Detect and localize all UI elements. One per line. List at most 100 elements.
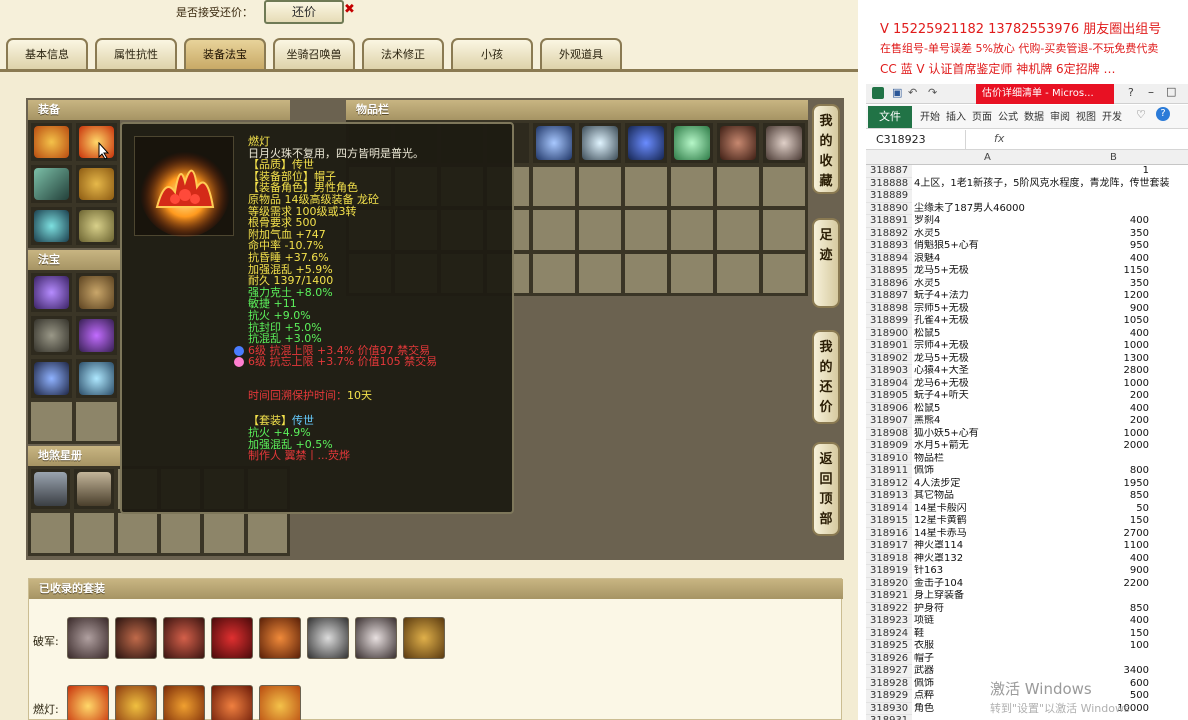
- set-item[interactable]: [67, 617, 109, 659]
- table-row[interactable]: 318902 龙马5+无极 1300: [866, 352, 1188, 365]
- row-number[interactable]: 318909: [866, 440, 912, 453]
- column-header-a[interactable]: A: [984, 150, 991, 165]
- row-number[interactable]: 318910: [866, 452, 912, 465]
- row-number[interactable]: 318893: [866, 240, 912, 253]
- cell-b[interactable]: 950: [1054, 240, 1149, 253]
- cell-b[interactable]: 1200: [1054, 290, 1149, 303]
- item-slot-empty[interactable]: [624, 165, 668, 207]
- table-row[interactable]: 318890 尘缘未了187男人46000: [866, 202, 1188, 215]
- row-number[interactable]: 318924: [866, 627, 912, 640]
- cell-a[interactable]: 水灵5: [914, 228, 1054, 241]
- magic-slot[interactable]: [30, 272, 73, 313]
- cell-a[interactable]: 神火罩114: [914, 540, 1054, 553]
- item-slot-empty[interactable]: [624, 252, 668, 294]
- row-number[interactable]: 318928: [866, 677, 912, 690]
- cell-a[interactable]: 武器: [914, 665, 1054, 678]
- tab-basic-info[interactable]: 基本信息: [6, 38, 88, 70]
- counter-offer-button[interactable]: 还价: [264, 0, 344, 24]
- cell-a[interactable]: 4上区，1老1新孩子，5阶风克水程度，青龙阵，传世套装: [914, 178, 1184, 191]
- table-row[interactable]: 318906 松鼠5 400: [866, 402, 1188, 415]
- set-item[interactable]: [211, 617, 253, 659]
- cell-b[interactable]: 2000: [1054, 440, 1149, 453]
- table-row[interactable]: 318926 帽子: [866, 652, 1188, 665]
- magic-slot-empty[interactable]: [75, 401, 118, 442]
- tab-mounts-pets[interactable]: 坐骑召唤兽: [273, 38, 355, 70]
- table-row[interactable]: 318913 其它物品 850: [866, 490, 1188, 503]
- cell-a[interactable]: 宗师5+无极: [914, 303, 1054, 316]
- tab-appearance[interactable]: 外观道具: [540, 38, 622, 70]
- row-number[interactable]: 318923: [866, 615, 912, 628]
- item-slot-empty[interactable]: [762, 165, 806, 207]
- cell-b[interactable]: 50: [1054, 503, 1149, 516]
- table-row[interactable]: 318899 孔雀4+无极 1050: [866, 315, 1188, 328]
- cell-a[interactable]: 孔雀4+无极: [914, 315, 1054, 328]
- set-item[interactable]: [307, 617, 349, 659]
- cell-a[interactable]: 松鼠5: [914, 328, 1054, 341]
- cell-a[interactable]: 水灵5: [914, 278, 1054, 291]
- cell-b[interactable]: 1000: [1054, 428, 1149, 441]
- table-row[interactable]: 318894 浪魅4 400: [866, 252, 1188, 265]
- help-circle-icon[interactable]: ?: [1156, 107, 1170, 121]
- set-item[interactable]: [259, 685, 301, 720]
- row-number[interactable]: 318917: [866, 540, 912, 553]
- maximize-icon[interactable]: □: [1166, 85, 1176, 98]
- cell-b[interactable]: 400: [1054, 615, 1149, 628]
- set-item[interactable]: [67, 685, 109, 720]
- row-number[interactable]: 318904: [866, 377, 912, 390]
- equip-slot-boots[interactable]: [75, 206, 118, 246]
- item-slot-empty[interactable]: [670, 252, 714, 294]
- redo-icon[interactable]: ↷: [928, 86, 937, 99]
- row-number[interactable]: 318912: [866, 477, 912, 490]
- back-to-top-button[interactable]: 返回顶部: [812, 442, 840, 536]
- table-row[interactable]: 318910 物品栏: [866, 452, 1188, 465]
- table-row[interactable]: 318907 黑熊4 200: [866, 415, 1188, 428]
- set-item[interactable]: [211, 685, 253, 720]
- cell-b[interactable]: 900: [1054, 565, 1149, 578]
- cell-b[interactable]: 1100: [1054, 540, 1149, 553]
- table-row[interactable]: 318896 水灵5 350: [866, 277, 1188, 291]
- cell-b[interactable]: 200: [1054, 415, 1149, 428]
- cell-b[interactable]: 800: [1054, 465, 1149, 478]
- item-slot-empty[interactable]: [716, 252, 760, 294]
- bestiary-slot-empty[interactable]: [116, 512, 158, 554]
- row-number[interactable]: 318892: [866, 227, 912, 240]
- table-row[interactable]: 318924 鞋 150: [866, 627, 1188, 641]
- cell-a[interactable]: 针163: [914, 565, 1054, 578]
- save-icon[interactable]: ▣: [892, 86, 902, 99]
- cell-a[interactable]: 俏魁狼5+心有: [914, 240, 1054, 253]
- table-row[interactable]: 318892 水灵5 350: [866, 227, 1188, 241]
- magic-slot-empty[interactable]: [30, 401, 73, 442]
- my-counter-offers-button[interactable]: 我的还价: [812, 330, 840, 424]
- bestiary-slot-empty[interactable]: [73, 512, 115, 554]
- table-row[interactable]: 318888 4上区，1老1新孩子，5阶风克水程度，青龙阵，传世套装: [866, 177, 1188, 191]
- cell-a[interactable]: 蚖子4+法力: [914, 290, 1054, 303]
- ribbon-tab[interactable]: 开发: [1102, 108, 1122, 123]
- set-item[interactable]: [163, 617, 205, 659]
- row-number[interactable]: 318930: [866, 702, 912, 715]
- item-slot-empty[interactable]: [762, 252, 806, 294]
- table-row[interactable]: 318922 护身符 850: [866, 602, 1188, 615]
- ribbon-tab[interactable]: 插入: [946, 108, 966, 123]
- cell-a[interactable]: 金击子104: [914, 578, 1054, 591]
- tab-children[interactable]: 小孩: [451, 38, 533, 70]
- cell-b[interactable]: 150: [1054, 628, 1149, 641]
- item-slot-empty[interactable]: [532, 165, 576, 207]
- cell-b[interactable]: 1000: [1054, 340, 1149, 353]
- cell-b[interactable]: 350: [1054, 278, 1149, 291]
- cell-a[interactable]: 4人法步定: [914, 478, 1054, 491]
- row-number[interactable]: 318913: [866, 490, 912, 503]
- cell-a[interactable]: 蚖子4+听天: [914, 390, 1054, 403]
- cell-b[interactable]: 100: [1054, 640, 1149, 653]
- footprint-button[interactable]: 足迹: [812, 218, 840, 308]
- row-number[interactable]: 318887: [866, 165, 912, 178]
- row-number[interactable]: 318925: [866, 640, 912, 653]
- row-number[interactable]: 318890: [866, 202, 912, 215]
- table-row[interactable]: 318911 佩饰 800: [866, 465, 1188, 478]
- row-number[interactable]: 318916: [866, 527, 912, 540]
- table-row[interactable]: 318917 神火罩114 1100: [866, 540, 1188, 553]
- table-row[interactable]: 318895 龙马5+无极 1150: [866, 265, 1188, 278]
- row-number[interactable]: 318927: [866, 665, 912, 678]
- ribbon-tab[interactable]: 页面: [972, 108, 992, 123]
- table-row[interactable]: 318898 宗师5+无极 900: [866, 302, 1188, 316]
- row-number[interactable]: 318903: [866, 365, 912, 378]
